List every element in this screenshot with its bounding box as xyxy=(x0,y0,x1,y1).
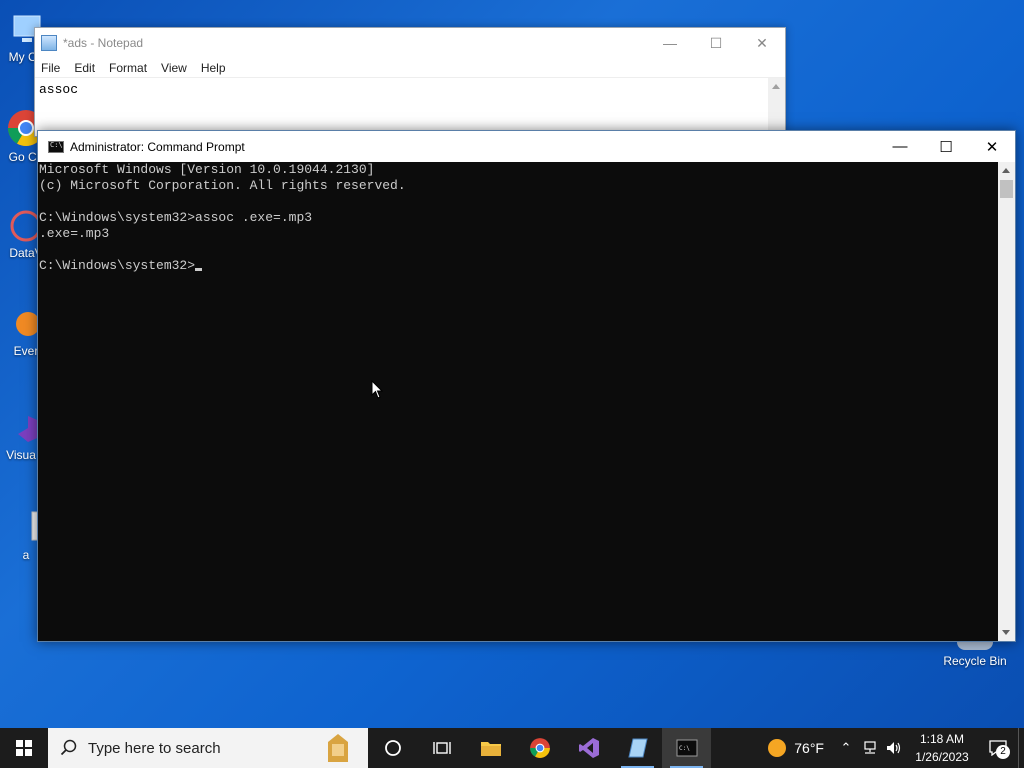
cmd-title: Administrator: Command Prompt xyxy=(70,139,245,154)
speaker-icon xyxy=(887,742,901,754)
menu-file[interactable]: File xyxy=(41,61,60,75)
console-line: Microsoft Windows [Version 10.0.19044.21… xyxy=(39,162,375,177)
chrome-taskbar-button[interactable] xyxy=(515,728,564,768)
scroll-down-arrow-icon[interactable] xyxy=(1002,630,1010,635)
notepad-icon xyxy=(627,738,648,758)
clock-time: 1:18 AM xyxy=(919,732,965,746)
weather-temperature: 76°F xyxy=(794,740,824,756)
action-center-button[interactable]: 2 xyxy=(978,728,1018,768)
notepad-close-button[interactable]: ✕ xyxy=(739,28,785,58)
volume-button[interactable] xyxy=(882,728,906,768)
cmd-scrollbar[interactable] xyxy=(998,162,1015,641)
menu-format[interactable]: Format xyxy=(109,61,147,75)
cmd-window[interactable]: Administrator: Command Prompt — ☐ ✕ Micr… xyxy=(37,130,1016,642)
cmd-title-bar[interactable]: Administrator: Command Prompt — ☐ ✕ xyxy=(38,131,1015,162)
desktop-icon-label: a xyxy=(22,548,30,562)
notepad-minimize-button[interactable]: — xyxy=(647,28,693,58)
console-prompt-line[interactable]: C:\Windows\system32> xyxy=(39,258,997,274)
search-highlight-illustration-icon xyxy=(328,734,348,762)
console-line: C:\Windows\system32>assoc .exe=.mp3 xyxy=(39,210,313,225)
notification-badge: 2 xyxy=(996,745,1010,759)
menu-help[interactable]: Help xyxy=(201,61,226,75)
console-line: (c) Microsoft Corporation. All rights re… xyxy=(39,178,406,193)
notepad-maximize-button[interactable]: ☐ xyxy=(693,28,739,58)
search-icon xyxy=(60,739,77,756)
start-button[interactable] xyxy=(0,728,48,768)
task-view-icon xyxy=(432,742,451,754)
clock-date: 1/26/2023 xyxy=(915,750,969,764)
notepad-text-area[interactable]: assoc xyxy=(35,78,785,101)
notepad-window[interactable]: *ads - Notepad — ☐ ✕ File Edit Format Vi… xyxy=(34,27,786,137)
mouse-pointer-icon xyxy=(371,380,384,399)
weather-widget[interactable]: 76°F xyxy=(768,739,824,757)
windows-logo-icon xyxy=(16,740,32,756)
cmd-console[interactable]: Microsoft Windows [Version 10.0.19044.21… xyxy=(38,162,998,641)
notepad-scrollbar[interactable] xyxy=(768,78,785,136)
show-hidden-icons-button[interactable]: ⌃ xyxy=(834,728,858,768)
task-view-button[interactable] xyxy=(417,728,466,768)
show-desktop-button[interactable] xyxy=(1018,728,1024,768)
scroll-up-arrow-icon[interactable] xyxy=(1002,168,1010,173)
system-tray: 76°F ⌃ 1:18 AM 1/26/2023 2 xyxy=(768,728,1024,768)
console-prompt: C:\Windows\system32> xyxy=(39,258,196,273)
cmd-minimize-button[interactable]: — xyxy=(877,131,923,162)
scroll-thumb[interactable] xyxy=(1000,180,1013,198)
command-prompt-icon xyxy=(48,140,64,153)
notepad-taskbar-button[interactable] xyxy=(613,728,662,768)
file-explorer-icon xyxy=(480,742,501,756)
search-placeholder: Type here to search xyxy=(88,739,221,757)
notepad-title: *ads - Notepad xyxy=(63,36,144,50)
notepad-menu-bar: File Edit Format View Help xyxy=(35,58,785,78)
sun-icon xyxy=(768,739,787,757)
taskbar-clock[interactable]: 1:18 AM 1/26/2023 xyxy=(906,730,978,766)
recycle-bin-label: Recycle Bin xyxy=(943,654,1007,668)
cmd-maximize-button[interactable]: ☐ xyxy=(923,131,969,162)
notepad-title-bar[interactable]: *ads - Notepad — ☐ ✕ xyxy=(35,28,785,58)
notepad-icon xyxy=(41,35,57,51)
file-explorer-button[interactable] xyxy=(466,728,515,768)
cortana-icon xyxy=(384,740,401,756)
chevron-up-icon: ⌃ xyxy=(840,740,852,755)
cmd-taskbar-button[interactable]: C:\ xyxy=(662,728,711,768)
taskbar: Type here to search C:\ 76°F ⌃ 1:18 AM 1… xyxy=(0,728,1024,768)
network-icon xyxy=(864,741,876,754)
visual-studio-icon xyxy=(578,738,599,758)
chrome-icon xyxy=(529,738,550,758)
desktop-icon-label: Ever xyxy=(13,344,39,358)
cortana-button[interactable] xyxy=(368,728,417,768)
cmd-close-button[interactable]: ✕ xyxy=(969,131,1015,162)
svg-text:C:\: C:\ xyxy=(679,745,690,752)
command-prompt-icon: C:\ xyxy=(676,739,697,757)
menu-edit[interactable]: Edit xyxy=(74,61,95,75)
network-button[interactable] xyxy=(858,728,882,768)
taskbar-search-box[interactable]: Type here to search xyxy=(48,728,368,768)
menu-view[interactable]: View xyxy=(161,61,187,75)
text-cursor xyxy=(195,268,203,271)
visual-studio-taskbar-button[interactable] xyxy=(564,728,613,768)
console-line: .exe=.mp3 xyxy=(39,226,110,241)
